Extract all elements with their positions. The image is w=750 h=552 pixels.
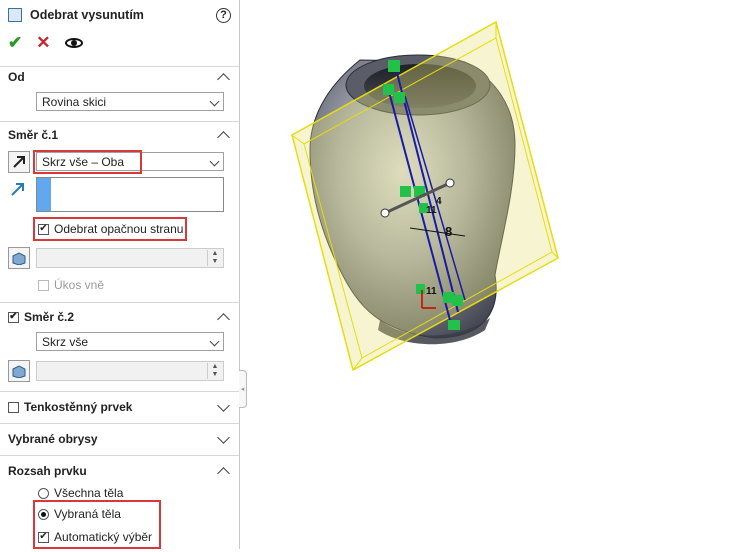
sketch-handle[interactable]	[383, 84, 394, 95]
draft-icon	[12, 252, 26, 265]
dimension-label[interactable]: 8	[445, 224, 452, 239]
divider	[0, 391, 239, 392]
chevron-down-icon[interactable]	[217, 398, 230, 412]
chevron-up-icon[interactable]	[217, 466, 230, 480]
help-icon[interactable]: ?	[216, 7, 231, 23]
graphics-viewport[interactable]: 8 11 4 11	[240, 0, 750, 549]
chevron-up-icon[interactable]	[217, 312, 230, 326]
all-bodies-label: Všechna těla	[54, 486, 124, 500]
section-smer2-header[interactable]: ✔ Směr č.2	[8, 308, 231, 326]
chevron-up-icon[interactable]	[217, 130, 230, 144]
relation-label: 11	[426, 286, 437, 297]
section-od-label: Od	[8, 70, 25, 84]
section-feature-scope-label: Rozsah prvku	[8, 464, 87, 478]
chevron-down-icon	[209, 156, 220, 167]
all-bodies-row[interactable]: Všechna těla	[38, 486, 123, 500]
section-smer1-label: Směr č.1	[8, 128, 59, 142]
divider	[0, 423, 239, 424]
relation-label: 4	[436, 196, 442, 207]
panel-titlebar: Odebrat vysunutím ?	[0, 0, 239, 30]
chevron-down-icon	[209, 96, 220, 107]
section-thin-feature-label: Tenkostěnný prvek	[24, 400, 133, 414]
chevron-down-icon[interactable]	[217, 430, 230, 444]
draft2-angle-input[interactable]: ▲ ▼	[36, 361, 224, 381]
smer2-checkbox[interactable]: ✔	[8, 311, 19, 323]
panel-title: Odebrat vysunutím	[30, 8, 144, 22]
reverse-direction-button[interactable]	[8, 151, 30, 173]
sketch-handle[interactable]	[394, 92, 405, 103]
section-selected-contours-header[interactable]: Vybrané obrysy	[8, 430, 231, 448]
chevron-up-icon[interactable]	[217, 72, 230, 86]
draft-outward-checkbox[interactable]	[38, 279, 49, 291]
draft-outward-label: Úkos vně	[54, 278, 105, 292]
draft-button[interactable]	[8, 247, 30, 269]
dimension-handle[interactable]	[445, 178, 455, 188]
section-thin-feature-header[interactable]: Tenkostěnný prvek	[8, 398, 231, 416]
section-smer1-header[interactable]: Směr č.1	[8, 126, 231, 144]
direction-vector-icon	[11, 183, 24, 196]
draft-icon	[12, 365, 26, 378]
draft-angle-input[interactable]: ▲ ▼	[36, 248, 224, 268]
draft2-button[interactable]	[8, 360, 30, 382]
section-od-header[interactable]: Od	[8, 68, 231, 86]
highlight-box	[33, 500, 161, 549]
spin-buttons[interactable]: ▲ ▼	[207, 363, 222, 379]
draft-outward-row[interactable]: Úkos vně	[38, 278, 104, 292]
thin-feature-checkbox[interactable]	[8, 401, 19, 413]
cancel-button[interactable]: ✕	[36, 33, 50, 53]
model-view[interactable]: 8 11 4 11	[240, 0, 750, 549]
all-bodies-radio[interactable]	[38, 487, 49, 499]
divider	[0, 66, 239, 67]
od-select-value: Rovina skici	[42, 94, 107, 109]
reverse-arrow-icon	[13, 156, 25, 168]
spin-buttons[interactable]: ▲ ▼	[207, 250, 222, 266]
property-manager-panel: Odebrat vysunutím ? ✔ ✕ Od Rovina skici …	[0, 0, 240, 549]
smer2-end-condition-value: Skrz vše	[42, 334, 89, 349]
active-selection-indicator	[37, 178, 51, 211]
sketch-handle[interactable]	[388, 60, 400, 72]
divider	[0, 302, 239, 303]
divider	[0, 121, 239, 122]
direction-reference-box[interactable]	[36, 177, 224, 212]
sketch-handle[interactable]	[416, 284, 425, 294]
highlight-box	[33, 150, 142, 174]
chevron-down-icon	[209, 336, 220, 347]
section-smer2-label: Směr č.2	[24, 310, 75, 324]
od-select[interactable]: Rovina skici	[36, 92, 224, 111]
highlight-box	[33, 217, 187, 241]
divider	[0, 455, 239, 456]
section-selected-contours-label: Vybrané obrysy	[8, 432, 98, 446]
section-feature-scope-header[interactable]: Rozsah prvku	[8, 462, 231, 480]
preview-eye-icon[interactable]	[64, 38, 83, 48]
sketch-handle[interactable]	[448, 320, 460, 330]
sketch-handle[interactable]	[452, 295, 463, 306]
ok-button[interactable]: ✔	[8, 33, 22, 53]
action-bar: ✔ ✕	[0, 30, 239, 56]
sketch-handle[interactable]	[400, 186, 411, 197]
smer2-end-condition-select[interactable]: Skrz vše	[36, 332, 224, 351]
dimension-handle[interactable]	[380, 208, 390, 218]
extruded-cut-icon	[8, 8, 22, 22]
